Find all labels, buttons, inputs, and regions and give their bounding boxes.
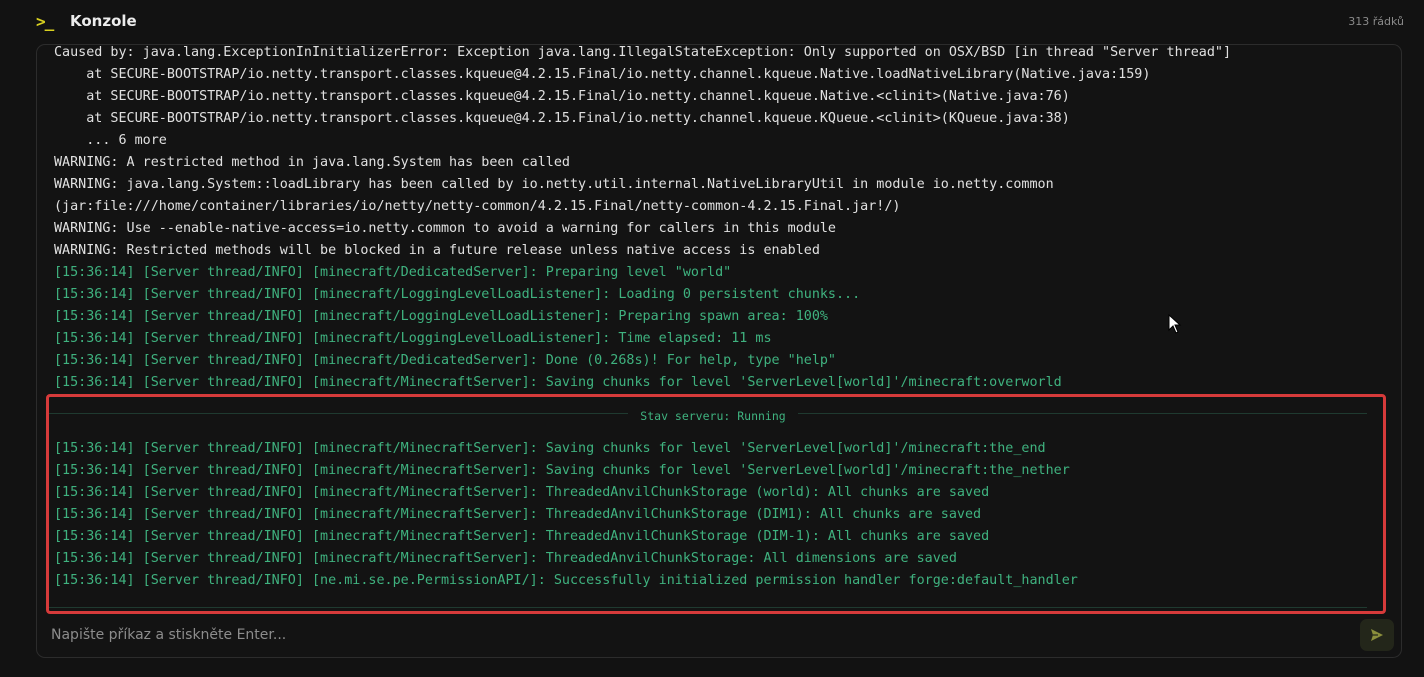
log-line: at SECURE-BOOTSTRAP/io.netty.transport.c… bbox=[54, 89, 1070, 104]
send-button[interactable] bbox=[1360, 619, 1394, 651]
log-line: [15:36:14] [Server thread/INFO] [minecra… bbox=[54, 287, 861, 302]
mouse-cursor-icon bbox=[1168, 314, 1182, 334]
terminal-prompt-icon: >_ bbox=[36, 11, 54, 31]
log-line: ... 6 more bbox=[54, 133, 167, 148]
log-line: [15:36:14] [Server thread/INFO] [minecra… bbox=[54, 551, 957, 566]
console-title: Konzole bbox=[70, 12, 137, 30]
log-line: [15:36:14] [Server thread/INFO] [minecra… bbox=[54, 441, 1046, 456]
log-line: WARNING: java.lang.System::loadLibrary h… bbox=[54, 177, 1054, 192]
log-line: [15:36:14] [Server thread/INFO] [minecra… bbox=[54, 265, 732, 280]
send-icon bbox=[1371, 629, 1383, 641]
log-line: Caused by: java.lang.ExceptionInInitiali… bbox=[54, 45, 1232, 60]
log-line: WARNING: Use --enable-native-access=io.n… bbox=[54, 221, 836, 236]
log-line: [15:36:14] [Server thread/INFO] [minecra… bbox=[54, 507, 982, 522]
log-line: [15:36:14] [Server thread/INFO] [minecra… bbox=[54, 309, 828, 324]
server-status-label: Stav serveru: Running bbox=[628, 409, 798, 423]
log-line: at SECURE-BOOTSTRAP/io.netty.transport.c… bbox=[54, 111, 1070, 126]
log-line: [15:36:14] [Server thread/INFO] [ne.mi.s… bbox=[54, 573, 1078, 588]
log-line: [15:36:14] [Server thread/INFO] [minecra… bbox=[54, 353, 836, 368]
input-divider bbox=[47, 607, 1367, 608]
log-line: WARNING: Restricted methods will be bloc… bbox=[54, 243, 820, 258]
log-line: at SECURE-BOOTSTRAP/io.netty.transport.c… bbox=[54, 67, 1151, 82]
log-lines-below: [15:36:14] [Server thread/INFO] [minecra… bbox=[54, 438, 1078, 592]
command-input[interactable] bbox=[49, 619, 1343, 651]
log-line: [15:36:14] [Server thread/INFO] [minecra… bbox=[54, 375, 1062, 390]
log-line: [15:36:14] [Server thread/INFO] [minecra… bbox=[54, 463, 1070, 478]
line-count: 313 řádků bbox=[1348, 14, 1404, 28]
log-line: (jar:file:///home/container/libraries/io… bbox=[54, 199, 901, 214]
command-row bbox=[37, 611, 1401, 657]
log-line: WARNING: A restricted method in java.lan… bbox=[54, 155, 570, 170]
console-header: >_ Konzole 313 řádků bbox=[36, 8, 1404, 34]
server-status: Stav serveru: Running bbox=[37, 405, 1367, 424]
log-line: [15:36:14] [Server thread/INFO] [minecra… bbox=[54, 485, 990, 500]
log-line: [15:36:14] [Server thread/INFO] [minecra… bbox=[54, 331, 772, 346]
log-line: [15:36:14] [Server thread/INFO] [minecra… bbox=[54, 529, 990, 544]
console-panel: Caused by: java.lang.ExceptionInInitiali… bbox=[36, 44, 1402, 658]
log-lines-above: Caused by: java.lang.ExceptionInInitiali… bbox=[54, 45, 1231, 394]
